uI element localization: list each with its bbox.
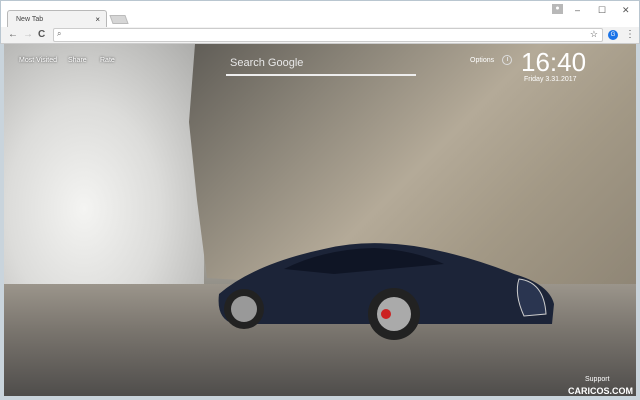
clock-time: 16:40 [521,47,587,77]
brand-link[interactable]: CARICOS.COM [568,386,633,396]
minimize-button[interactable]: – [575,5,580,15]
extension-icon[interactable]: G [608,30,618,40]
close-window-button[interactable]: ✕ [622,5,630,16]
title-bar: New Tab × ● – ☐ ✕ [0,0,640,28]
tab-new-tab[interactable]: New Tab × [7,10,107,28]
support-link[interactable]: Support [585,376,610,383]
search-input[interactable]: Search Google [226,54,416,76]
clock-icon[interactable] [502,55,512,65]
browser-toolbar: ← → C ⌕ ☆ G ⋮ [0,27,640,44]
person-icon[interactable]: ● [552,4,563,14]
car-image [218,243,555,340]
back-button[interactable]: ← [8,29,18,40]
share-link[interactable]: Share [68,57,87,64]
new-tab-button[interactable] [109,15,129,24]
bookmark-star-icon[interactable]: ☆ [590,29,598,40]
reload-button[interactable]: C [38,29,45,40]
most-visited-link[interactable]: Most Visited [19,57,57,64]
forward-button[interactable]: → [23,29,33,40]
new-tab-page: Most Visited Share Rate Search Google Op… [4,44,636,396]
address-bar[interactable]: ⌕ ☆ [53,28,603,42]
options-link[interactable]: Options [470,57,494,64]
maximize-button[interactable]: ☐ [598,5,606,16]
tab-title: New Tab [16,16,44,23]
tab-close-icon[interactable]: × [95,15,100,24]
menu-icon[interactable]: ⋮ [625,29,635,40]
search-icon: ⌕ [57,29,62,38]
rate-link[interactable]: Rate [100,57,115,64]
clock-date: Friday 3.31.2017 [524,76,577,83]
